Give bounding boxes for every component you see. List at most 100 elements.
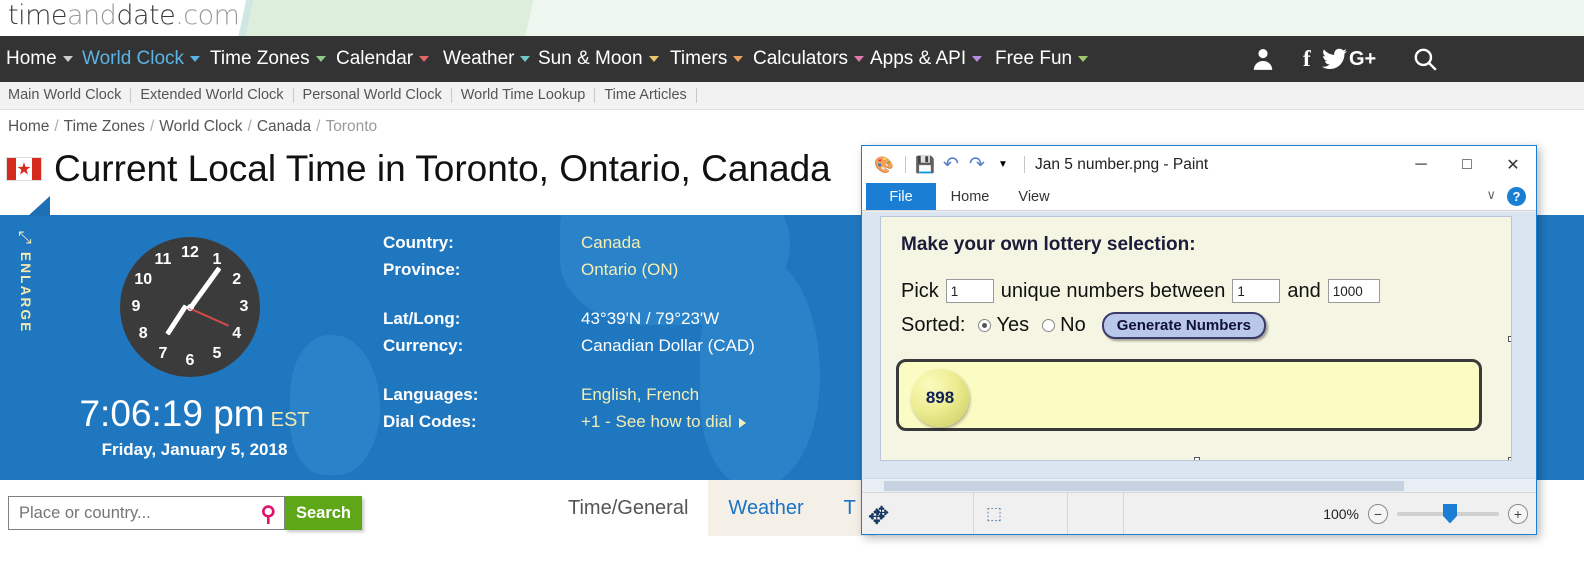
page-title: Current Local Time in Toronto, Ontario, … xyxy=(54,148,831,189)
paint-canvas[interactable]: Make your own lottery selection: Pick 1 … xyxy=(880,216,1512,461)
subnav-item-main-world-clock[interactable]: Main World Clock xyxy=(8,88,132,103)
zoom-level-label: 100% xyxy=(1323,505,1359,522)
tab-weather[interactable]: Weather xyxy=(708,480,823,536)
logo-part-com: .com xyxy=(175,0,240,31)
tab-home[interactable]: Home xyxy=(936,183,1004,210)
pick-count-input[interactable]: 1 xyxy=(945,279,994,303)
account-icon[interactable] xyxy=(1250,36,1276,82)
breadcrumb-item-world-clock[interactable]: World Clock xyxy=(159,118,242,135)
chevron-down-icon[interactable]: ∨ xyxy=(1486,187,1496,203)
clock-number: 3 xyxy=(239,298,249,315)
search-input-wrapper[interactable]: ⚲ xyxy=(8,496,285,530)
tab-view[interactable]: View xyxy=(1004,183,1064,210)
nav-item-time-zones[interactable]: Time Zones xyxy=(210,36,326,82)
paint-ribbon-tabs: File Home View ∨ ? xyxy=(862,183,1536,211)
zoom-slider[interactable] xyxy=(1397,503,1499,524)
nav-item-label: Calendar xyxy=(336,48,414,69)
subnav-item-extended-world-clock[interactable]: Extended World Clock xyxy=(131,88,294,103)
location-info-table: Country: Canada Province: Ontario (ON) Lat/L… xyxy=(383,233,755,439)
maximize-button[interactable]: □ xyxy=(1444,146,1490,183)
customize-qat-icon[interactable]: ▼ xyxy=(991,153,1015,177)
clock-number: 6 xyxy=(185,352,195,369)
breadcrumb-item-home[interactable]: Home xyxy=(8,118,49,135)
clock-minute-hand xyxy=(187,266,221,310)
paint-status-bar: ✥ ⬚ 100% − + xyxy=(862,492,1536,534)
and-label: and xyxy=(1287,279,1321,302)
clock-number: 4 xyxy=(232,325,242,342)
info-value[interactable]: +1 - See how to dial xyxy=(581,412,746,432)
nav-item-timers[interactable]: Timers xyxy=(670,36,744,82)
breadcrumb-separator: / xyxy=(247,118,252,135)
max-value-input[interactable]: 1000 xyxy=(1327,279,1380,303)
canvas-resize-handle-bottom[interactable] xyxy=(1194,457,1200,460)
play-arrow-icon xyxy=(738,417,746,428)
paint-app-icon[interactable]: 🎨 xyxy=(872,153,896,177)
paint-window[interactable]: 🎨 💾 ↶ ↷ ▼ Jan 5 number.png - Paint ─ □ ✕… xyxy=(861,145,1537,535)
maple-leaf-icon: ★ xyxy=(16,159,32,179)
zoom-out-button[interactable]: − xyxy=(1368,503,1388,524)
nav-item-calculators[interactable]: Calculators xyxy=(753,36,865,82)
nav-item-sun-moon[interactable]: Sun & Moon xyxy=(538,36,659,82)
search-magnifier-icon: ⚲ xyxy=(260,503,276,526)
horizontal-scrollbar[interactable] xyxy=(862,478,1536,492)
search-input[interactable] xyxy=(17,502,276,524)
nav-item-calendar[interactable]: Calendar xyxy=(336,36,430,82)
redo-icon[interactable]: ↷ xyxy=(965,153,989,177)
facebook-icon[interactable]: f xyxy=(1303,36,1311,82)
clock-number: 2 xyxy=(232,271,242,288)
canvas-resize-handle-corner[interactable] xyxy=(1508,457,1511,460)
clock-number: 10 xyxy=(134,271,153,288)
zoom-in-button[interactable]: + xyxy=(1508,503,1528,524)
lottery-ball: 898 xyxy=(911,369,969,427)
canvas-resize-handle-right[interactable] xyxy=(1508,336,1511,342)
enlarge-button[interactable]: ⤡ ENLARGE xyxy=(18,229,48,359)
help-icon[interactable]: ? xyxy=(1507,187,1526,206)
breadcrumb-item-time-zones[interactable]: Time Zones xyxy=(64,118,145,135)
paint-titlebar[interactable]: 🎨 💾 ↶ ↷ ▼ Jan 5 number.png - Paint ─ □ ✕ xyxy=(862,146,1536,183)
pick-label: Pick xyxy=(901,279,939,302)
twitter-icon[interactable] xyxy=(1322,36,1347,82)
logo-part-and: and xyxy=(67,0,117,31)
subnav-item-time-articles[interactable]: Time Articles xyxy=(595,88,697,103)
undo-icon[interactable]: ↶ xyxy=(939,153,963,177)
search-button[interactable]: Search xyxy=(285,496,362,530)
generate-numbers-button[interactable]: Generate Numbers xyxy=(1101,312,1266,339)
min-value-input[interactable]: 1 xyxy=(1232,279,1281,303)
save-icon[interactable]: 💾 xyxy=(913,153,937,177)
search-icon[interactable] xyxy=(1412,36,1438,82)
nav-item-apps-api[interactable]: Apps & API xyxy=(870,36,983,82)
chevron-down-icon xyxy=(62,55,73,62)
main-navigation: Home World Clock Time Zones Calendar Weather… xyxy=(0,36,1584,82)
breadcrumb-item-canada[interactable]: Canada xyxy=(257,118,311,135)
zoom-slider-thumb[interactable] xyxy=(1443,503,1457,524)
chevron-down-icon xyxy=(648,55,659,62)
close-button[interactable]: ✕ xyxy=(1490,146,1536,183)
nav-item-free-fun[interactable]: Free Fun xyxy=(995,36,1089,82)
site-logo[interactable]: timeanddate.com xyxy=(8,0,240,31)
subnav-item-world-time-lookup[interactable]: World Time Lookup xyxy=(452,88,596,103)
nav-item-weather[interactable]: Weather xyxy=(443,36,531,82)
qat-separator xyxy=(1024,156,1025,173)
info-label: Province: xyxy=(383,260,461,279)
tab-time-general[interactable]: Time/General xyxy=(548,480,709,536)
selection-icon: ⬚ xyxy=(986,503,1003,523)
googleplus-icon[interactable]: G+ xyxy=(1349,36,1376,82)
minimize-button[interactable]: ─ xyxy=(1398,146,1444,183)
subnav-item-personal-world-clock[interactable]: Personal World Clock xyxy=(294,88,452,103)
nav-item-world-clock[interactable]: World Clock xyxy=(82,36,201,82)
sorted-no-option[interactable]: No xyxy=(1042,314,1086,337)
logo-part-date: date xyxy=(116,0,176,31)
sorted-yes-option[interactable]: Yes xyxy=(978,314,1029,337)
radio-yes-icon[interactable] xyxy=(978,319,992,333)
breadcrumb-separator: / xyxy=(54,118,59,135)
info-label: Languages: xyxy=(383,385,479,404)
status-filesize xyxy=(1068,492,1124,534)
digital-time: 7:06:19 pm EST xyxy=(62,393,327,435)
tab-file[interactable]: File xyxy=(866,183,936,210)
scrollbar-thumb[interactable] xyxy=(884,481,1404,491)
paint-canvas-area: Make your own lottery selection: Pick 1 … xyxy=(862,212,1536,492)
sorted-yes-label: Yes xyxy=(996,314,1030,336)
nav-item-home[interactable]: Home xyxy=(6,36,73,82)
radio-no-icon[interactable] xyxy=(1042,319,1056,333)
